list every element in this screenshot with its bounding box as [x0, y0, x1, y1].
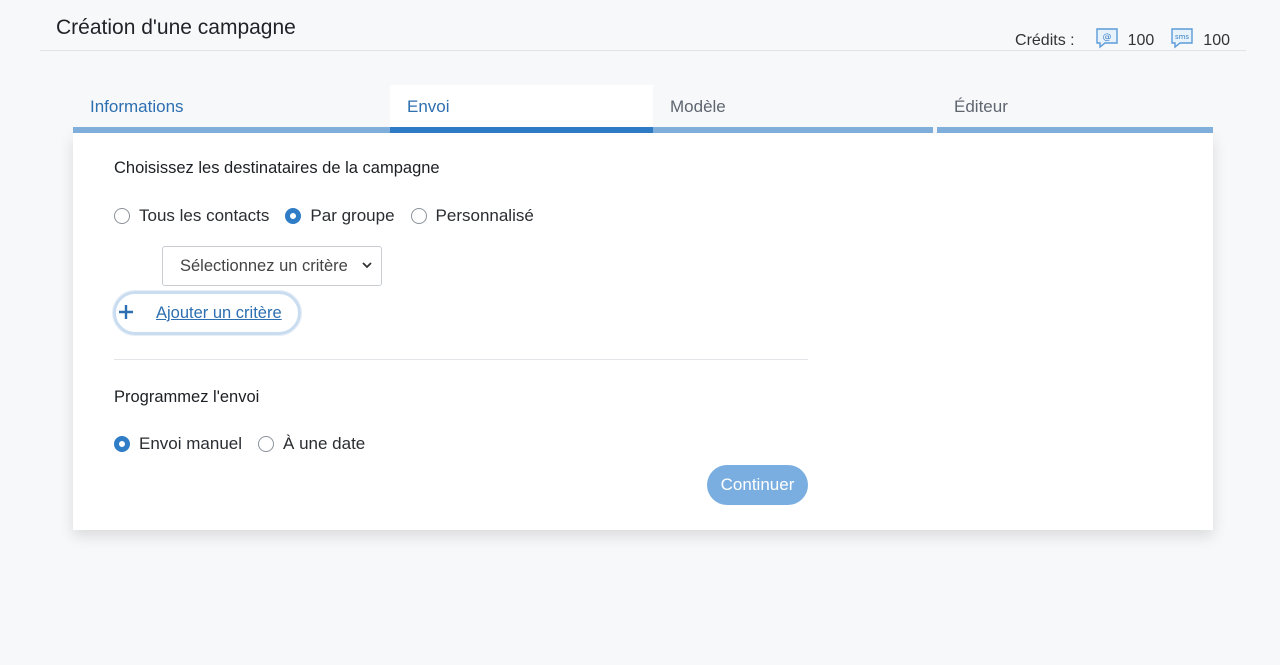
radio-label: Par groupe: [310, 206, 395, 225]
tab-modele[interactable]: Modèle: [653, 85, 933, 133]
add-criterion-button[interactable]: Ajouter un critère: [113, 291, 301, 335]
schedule-options: Envoi manuel À une date: [114, 434, 381, 454]
radio-by-group[interactable]: Par groupe: [285, 206, 395, 226]
plus-icon: [119, 305, 133, 319]
form-card: Choisissez les destinataires de la campa…: [73, 133, 1213, 530]
continue-button[interactable]: Continuer: [707, 465, 808, 505]
radio-circle[interactable]: [285, 208, 302, 224]
step-tabs: Informations Envoi Modèle Éditeur: [73, 85, 1213, 133]
svg-text:@: @: [1102, 33, 1111, 43]
select-value: Sélectionnez un critère: [180, 256, 348, 275]
page-header: Création d'une campagne Crédits : @ 100 …: [40, 0, 1246, 51]
criterion-select[interactable]: Sélectionnez un critère: [162, 246, 382, 286]
radio-scheduled-date[interactable]: À une date: [258, 434, 365, 454]
add-criterion-label[interactable]: Ajouter un critère: [156, 304, 282, 323]
svg-text:sms: sms: [1175, 33, 1189, 41]
email-credit-icon: @: [1095, 27, 1128, 54]
sms-credits-value: 100: [1203, 31, 1230, 49]
radio-manual-send[interactable]: Envoi manuel: [114, 434, 242, 454]
tab-editeur[interactable]: Éditeur: [937, 85, 1213, 133]
tab-informations[interactable]: Informations: [73, 85, 390, 133]
section-divider: [114, 359, 808, 360]
radio-circle[interactable]: [258, 436, 275, 452]
credits-label: Crédits :: [1015, 31, 1075, 49]
radio-circle[interactable]: [114, 436, 130, 452]
radio-label: Personnalisé: [435, 206, 534, 225]
radio-circle[interactable]: [410, 208, 427, 224]
email-credits-value: 100: [1127, 31, 1155, 49]
radio-label: À une date: [283, 434, 366, 453]
sms-credit-icon: sms: [1170, 27, 1203, 54]
radio-circle[interactable]: [114, 208, 130, 224]
chevron-down-icon: [362, 262, 372, 269]
recipients-options: Tous les contacts Par groupe Personnalis…: [114, 206, 550, 226]
radio-all-contacts[interactable]: Tous les contacts: [114, 206, 269, 226]
radio-label: Envoi manuel: [139, 434, 243, 453]
radio-label: Tous les contacts: [139, 206, 270, 225]
tab-envoi[interactable]: Envoi: [390, 85, 653, 133]
radio-custom[interactable]: Personnalisé: [410, 206, 534, 226]
page-title: Création d'une campagne: [56, 16, 296, 39]
recipients-title: Choisissez les destinataires de la campa…: [114, 159, 440, 177]
credits-area: Crédits : @ 100 sms 100: [1015, 27, 1230, 54]
schedule-title: Programmez l'envoi: [114, 388, 260, 406]
